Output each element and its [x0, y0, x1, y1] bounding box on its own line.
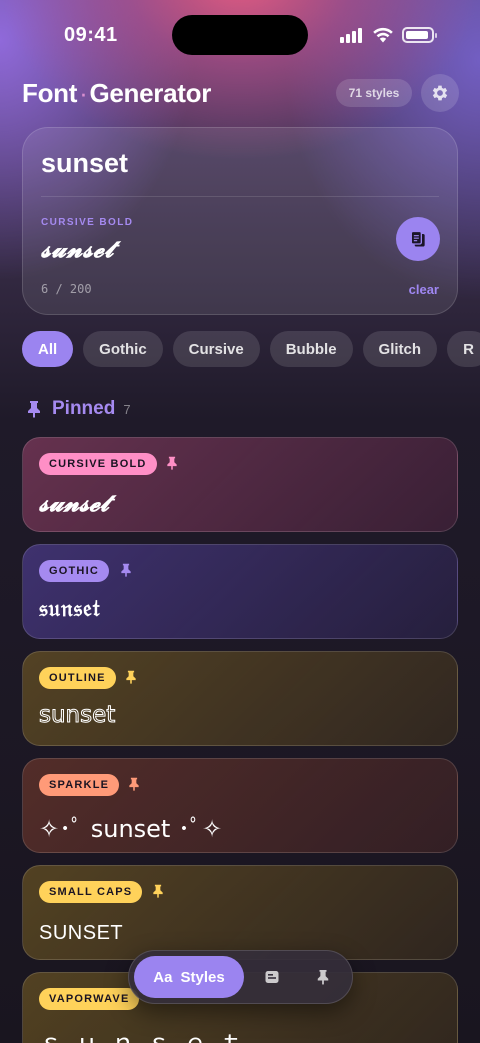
- pin-icon[interactable]: [124, 670, 138, 684]
- style-card-small-caps[interactable]: SMALL CAPS SUNSET: [22, 865, 458, 960]
- pinned-title: Pinned: [52, 398, 116, 419]
- pinned-count: 7: [123, 401, 131, 417]
- style-sample: SUNSET: [39, 922, 124, 944]
- divider: [41, 196, 439, 197]
- bottom-nav: Aa Styles: [128, 950, 353, 1004]
- nav-styles-label: Styles: [180, 968, 225, 986]
- nav-styles-tab[interactable]: Aa Styles: [134, 956, 244, 998]
- preview-style-label: CURSIVE BOLD: [41, 217, 134, 228]
- filter-chip-bubble[interactable]: Bubble: [269, 331, 353, 367]
- filter-chips: All Gothic Cursive Bubble Glitch R: [22, 331, 480, 367]
- pin-icon[interactable]: [119, 563, 133, 577]
- style-card-cursive-bold[interactable]: CURSIVE BOLD 𝓼𝓾𝓷𝓼𝓮𝓽: [22, 437, 458, 532]
- style-tag: CURSIVE BOLD: [39, 453, 157, 475]
- style-card-outline[interactable]: OUTLINE sunset: [22, 651, 458, 746]
- style-sample: 𝔰𝔲𝔫𝔰𝔢𝔱: [39, 595, 101, 622]
- app-title: Font·Generator: [22, 78, 212, 108]
- styles-icon: Aa: [153, 968, 173, 986]
- history-icon: [265, 971, 279, 983]
- pin-icon[interactable]: [127, 777, 141, 791]
- filter-chip-all[interactable]: All: [22, 331, 74, 367]
- style-sample: 𝓼𝓾𝓷𝓼𝓮𝓽: [39, 488, 109, 517]
- filter-chip-gothic[interactable]: Gothic: [83, 331, 163, 367]
- character-count: 6 / 200: [41, 282, 92, 296]
- nav-pinned-tab[interactable]: [312, 966, 334, 988]
- style-tag: GOTHIC: [39, 560, 109, 582]
- status-bar: 09:41: [0, 0, 480, 70]
- text-input[interactable]: sunset: [41, 148, 128, 179]
- nav-history-tab[interactable]: [261, 966, 283, 988]
- filter-chip-glitch[interactable]: Glitch: [362, 331, 438, 367]
- pinned-section-header: Pinned 7: [26, 398, 131, 420]
- style-sample: ✧･ﾟ sunset ･ﾟ✧: [39, 815, 223, 843]
- dynamic-island: [172, 15, 308, 55]
- settings-button[interactable]: [421, 74, 459, 112]
- pin-icon[interactable]: [151, 884, 165, 898]
- style-tag: OUTLINE: [39, 667, 116, 689]
- copy-button[interactable]: [396, 217, 440, 261]
- battery-icon: [402, 27, 437, 43]
- pin-icon[interactable]: [165, 456, 179, 470]
- filter-chip-cursive[interactable]: Cursive: [172, 331, 260, 367]
- style-card-gothic[interactable]: GOTHIC 𝔰𝔲𝔫𝔰𝔢𝔱: [22, 544, 458, 639]
- pin-icon: [28, 401, 40, 418]
- style-tag: SPARKLE: [39, 774, 120, 796]
- text-input-card: sunset CURSIVE BOLD 𝓼𝓾𝓷𝓼𝓮𝓽 6 / 200 clear: [22, 127, 458, 315]
- pin-icon: [317, 970, 329, 985]
- style-card-sparkle[interactable]: SPARKLE ✧･ﾟ sunset ･ﾟ✧: [22, 758, 458, 853]
- status-time: 09:41: [64, 24, 118, 46]
- clear-button[interactable]: clear: [409, 282, 439, 297]
- preview-text: 𝓼𝓾𝓷𝓼𝓮𝓽: [41, 234, 114, 263]
- copy-icon: [410, 230, 425, 247]
- style-sample: sunset: [38, 702, 116, 729]
- style-sample: ｓｕｎｓｅｔ: [39, 1029, 255, 1043]
- filter-chip-more[interactable]: R: [447, 331, 480, 367]
- style-tag: SMALL CAPS: [39, 881, 143, 903]
- wifi-icon: [373, 27, 393, 43]
- cellular-signal-icon: [340, 28, 364, 43]
- styles-count-badge: 71 styles: [336, 79, 412, 107]
- gear-icon: [432, 85, 448, 101]
- style-tag: VAPORWAVE: [39, 988, 140, 1010]
